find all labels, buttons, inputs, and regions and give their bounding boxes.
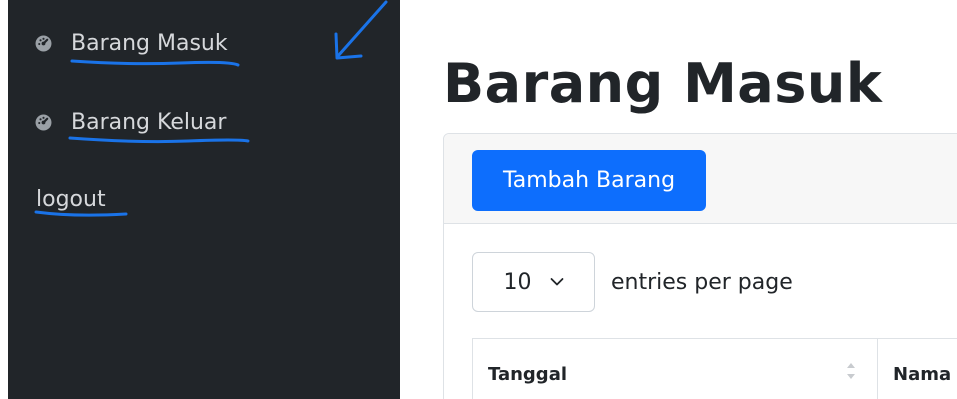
annotation-underline-masuk (70, 59, 240, 67)
column-header-tanggal[interactable]: Tanggal (472, 339, 878, 399)
page-title: Barang Masuk (443, 52, 883, 115)
entries-per-page-label: entries per page (611, 270, 793, 295)
entries-per-page-select[interactable]: 10 (472, 252, 595, 312)
sort-icon (847, 363, 855, 379)
card-header: Tambah Barang (444, 134, 957, 224)
sidebar-item-barang-keluar[interactable]: Barang Keluar (35, 110, 226, 135)
table-header-row: Tanggal Nama (472, 338, 957, 399)
column-header-label: Tanggal (488, 363, 568, 385)
dashboard-gauge-icon (35, 35, 52, 52)
column-header-nama[interactable]: Nama (878, 339, 957, 399)
logout-link[interactable]: logout (36, 187, 106, 212)
annotation-underline-keluar (68, 136, 250, 144)
annotation-arrow (334, 0, 388, 60)
sidebar-item-barang-masuk[interactable]: Barang Masuk (35, 31, 228, 56)
sidebar: Barang Masuk Barang Keluar logout (8, 0, 400, 399)
sidebar-item-label: Barang Masuk (71, 31, 228, 56)
content-card: Tambah Barang 10 entries per page Tangga… (443, 133, 957, 399)
app-root: Barang Masuk Barang Keluar logout Barang… (0, 0, 957, 399)
column-header-label: Nama (893, 363, 952, 385)
chevron-down-icon (550, 278, 563, 286)
add-item-button[interactable]: Tambah Barang (472, 150, 706, 211)
entries-per-page-value: 10 (503, 269, 532, 295)
sidebar-item-label: Barang Keluar (71, 110, 227, 135)
dashboard-gauge-icon (35, 114, 52, 131)
